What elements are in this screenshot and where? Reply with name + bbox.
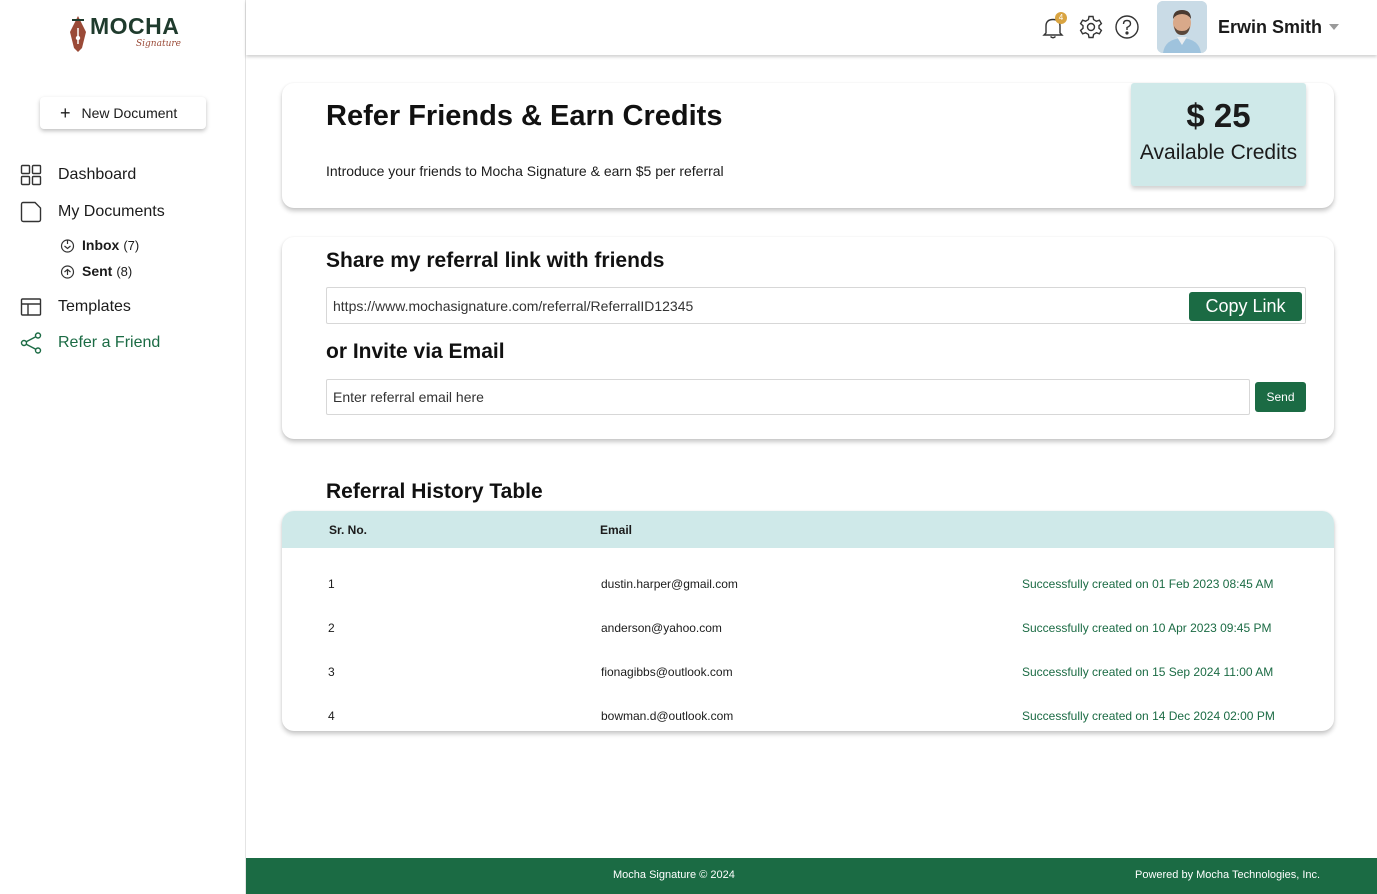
cell-email: dustin.harper@gmail.com [601, 577, 738, 591]
cell-sr-no: 2 [328, 621, 335, 635]
cell-status: Successfully created on 14 Dec 2024 02:0… [1022, 709, 1275, 723]
new-document-button[interactable]: + New Document [40, 97, 206, 129]
sidebar-item-my-documents[interactable]: My Documents [20, 201, 165, 223]
chevron-down-icon[interactable] [1329, 24, 1339, 30]
referral-email-input[interactable] [326, 379, 1250, 415]
credits-amount: $ 25 [1186, 97, 1251, 134]
sidebar-item-templates[interactable]: Templates [20, 296, 131, 318]
table-row: 4 bowman.d@outlook.com Successfully crea… [282, 695, 1334, 731]
cell-email: anderson@yahoo.com [601, 621, 722, 635]
sidebar-item-inbox[interactable]: Inbox (7) [60, 237, 139, 253]
user-name[interactable]: Erwin Smith [1218, 17, 1322, 38]
cell-status: Successfully created on 15 Sep 2024 11:0… [1022, 665, 1274, 679]
dashboard-icon [20, 164, 42, 186]
footer-powered-by: Powered by Mocha Technologies, Inc. [1135, 869, 1321, 881]
cell-email: bowman.d@outlook.com [601, 709, 734, 723]
invite-email-title: or Invite via Email [326, 340, 505, 363]
column-header-sr-no[interactable]: Sr. No. [329, 523, 367, 537]
page-title: Refer Friends & Earn Credits [326, 100, 723, 132]
inbox-label: Inbox [82, 237, 120, 253]
sidebar-item-label: My Documents [58, 203, 165, 220]
new-document-label: New Document [81, 105, 178, 121]
folder-icon [20, 201, 42, 223]
templates-icon [20, 296, 42, 318]
cell-status: Successfully created on 01 Feb 2023 08:4… [1022, 577, 1274, 591]
sent-icon [60, 264, 75, 279]
inbox-count: (7) [123, 237, 140, 253]
cell-email: fionagibbs@outlook.com [601, 665, 733, 679]
inbox-icon [60, 238, 75, 253]
sidebar-item-refer-a-friend[interactable]: Refer a Friend [20, 332, 160, 354]
table-row: 2 anderson@yahoo.com Successfully create… [282, 607, 1334, 651]
brand-name: MOCHA [90, 13, 180, 39]
sidebar-item-label: Dashboard [58, 166, 137, 183]
referral-history-table: Sr. No. Email 1 dustin.harper@gmail.com … [282, 511, 1334, 731]
cell-sr-no: 4 [328, 709, 335, 723]
share-link-title: Share my referral link with friends [326, 249, 665, 272]
referral-link-field[interactable]: https://www.mochasignature.com/referral/… [326, 287, 1306, 324]
share-icon [20, 332, 42, 354]
sidebar-item-dashboard[interactable]: Dashboard [20, 164, 136, 186]
credits-label: Available Credits [1139, 141, 1298, 164]
help-button[interactable] [1114, 14, 1140, 40]
cell-sr-no: 3 [328, 665, 335, 679]
mocha-logo[interactable]: MOCHA Signature [66, 12, 186, 56]
topbar: 4 Erwin Smith [246, 0, 1377, 55]
table-row: 1 dustin.harper@gmail.com Successfully c… [282, 563, 1334, 607]
available-credits-box: $ 25 Available Credits [1131, 83, 1306, 186]
refer-description: Introduce your friends to Mocha Signatur… [326, 163, 724, 179]
sidebar: MOCHA Signature + New Document Dashboard… [0, 0, 246, 894]
sidebar-item-label: Templates [58, 298, 131, 315]
help-icon [1115, 15, 1139, 39]
table-row: 3 fionagibbs@outlook.com Successfully cr… [282, 651, 1334, 695]
user-photo-icon [1157, 1, 1207, 53]
send-button[interactable]: Send [1255, 382, 1306, 412]
notification-badge: 4 [1055, 12, 1067, 24]
refer-friends-card: Refer Friends & Earn Credits Introduce y… [282, 83, 1334, 208]
referral-history-title: Referral History Table [326, 480, 543, 503]
sent-label: Sent [82, 263, 113, 279]
pen-nib-logo-icon [70, 16, 86, 52]
sidebar-item-label: Refer a Friend [58, 334, 161, 351]
user-avatar[interactable] [1157, 1, 1207, 53]
cell-status: Successfully created on 10 Apr 2023 09:4… [1022, 621, 1272, 635]
sent-count: (8) [116, 263, 133, 279]
share-link-card: Share my referral link with friends http… [282, 237, 1334, 439]
notification-button[interactable]: 4 [1040, 12, 1067, 40]
table-header: Sr. No. Email [282, 511, 1334, 548]
footer-copyright: Mocha Signature © 2024 [613, 869, 735, 881]
column-header-email[interactable]: Email [600, 523, 632, 537]
sidebar-item-sent[interactable]: Sent (8) [60, 263, 132, 279]
settings-button[interactable] [1078, 14, 1104, 40]
brand-tagline: Signature [136, 39, 182, 49]
plus-icon: + [60, 103, 71, 123]
cell-sr-no: 1 [328, 577, 335, 591]
copy-link-button[interactable]: Copy Link [1189, 292, 1302, 321]
footer: Mocha Signature © 2024 Powered by Mocha … [246, 858, 1377, 894]
gear-icon [1079, 15, 1103, 39]
